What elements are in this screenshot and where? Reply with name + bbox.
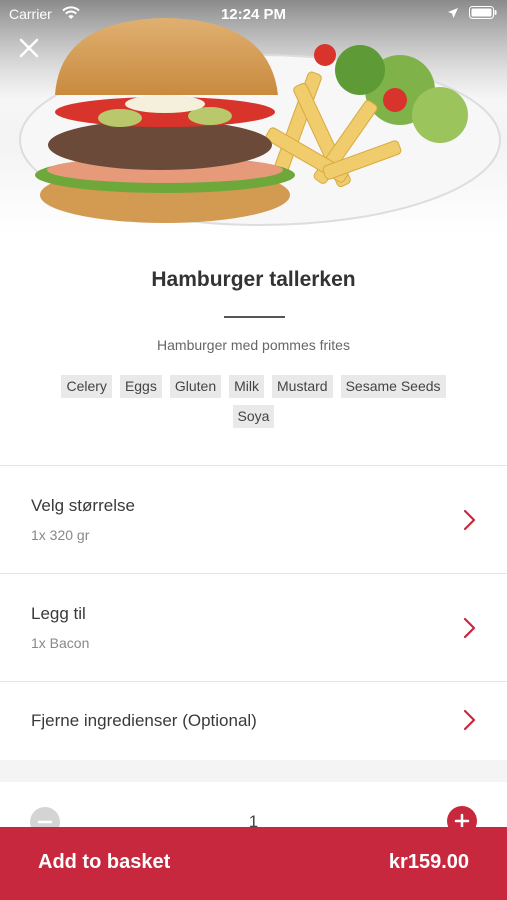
- add-to-basket-label: Add to basket: [38, 851, 171, 873]
- allergen-chip: Sesame Seeds: [340, 375, 446, 398]
- quantity-stepper: 1: [0, 783, 507, 837]
- option-label: Velg størrelse: [31, 496, 135, 515]
- location-icon: [448, 7, 458, 18]
- chevron-right-icon: [463, 617, 476, 639]
- allergen-chip: Celery: [61, 375, 112, 398]
- product-title: Hamburger tallerken: [151, 268, 356, 291]
- option-label: Fjerne ingredienser (Optional): [31, 711, 257, 730]
- basket-price: kr159.00: [388, 851, 469, 873]
- title-divider: [224, 316, 285, 318]
- close-button[interactable]: [16, 35, 42, 61]
- product-image: [0, 0, 507, 235]
- chevron-right-icon: [463, 709, 476, 731]
- allergen-chip: Soya: [232, 405, 275, 428]
- battery-icon: [469, 6, 497, 19]
- close-icon: [19, 38, 39, 58]
- chevron-right-icon: [463, 509, 476, 531]
- option-addon-row[interactable]: Legg til 1x Bacon: [0, 574, 507, 681]
- allergen-chip: Mustard: [272, 375, 333, 398]
- allergen-chip: Milk: [229, 375, 264, 398]
- allergen-chip: Gluten: [169, 375, 222, 398]
- option-value: 1x 320 gr: [31, 527, 90, 543]
- option-remove-ingredients-row[interactable]: Fjerne ingredienser (Optional): [0, 682, 507, 760]
- allergen-chip: Eggs: [119, 375, 162, 398]
- option-size-row[interactable]: Velg størrelse 1x 320 gr: [0, 466, 507, 573]
- allergen-list: Celery Eggs Gluten Milk Mustard Sesame S…: [40, 375, 467, 428]
- wifi-icon: [62, 6, 80, 19]
- product-description: Hamburger med pommes frites: [157, 337, 350, 353]
- section-spacer: [0, 760, 507, 782]
- add-to-basket-button[interactable]: Add to basket kr159.00: [0, 827, 507, 900]
- option-value: 1x Bacon: [31, 635, 90, 651]
- option-label: Legg til: [31, 604, 86, 623]
